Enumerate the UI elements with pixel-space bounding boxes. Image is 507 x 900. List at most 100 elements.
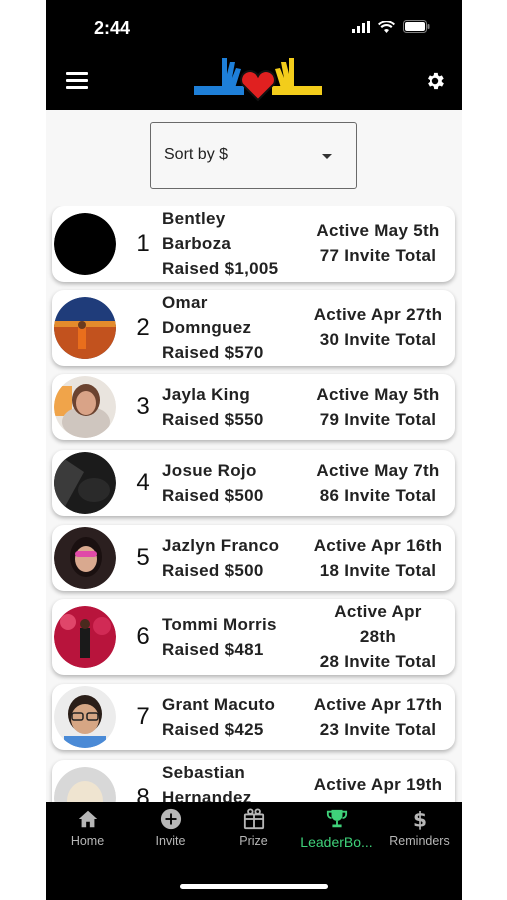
player-name-line: Domnguez [162, 318, 252, 337]
activity-block: Active Apr 17th 23 Invite Total [303, 692, 453, 742]
tab-reminders[interactable]: $ Reminders [378, 808, 461, 848]
sort-dropdown-label: Sort by $ [164, 146, 229, 163]
name-block: Jayla King Raised $550 [162, 382, 297, 432]
player-name-line: Sebastian [162, 763, 246, 782]
activity-block: Active Apr 27th 30 Invite Total [303, 302, 453, 352]
hands-heart-logo [194, 58, 322, 102]
name-block: Jazlyn Franco Raised $500 [162, 533, 297, 583]
home-indicator[interactable] [180, 884, 328, 889]
raised-amount: Raised $500 [162, 561, 264, 580]
player-name-line: Barboza [162, 234, 232, 253]
avatar [54, 606, 116, 668]
activity-block: Active Apr 28th 28 Invite Total [303, 599, 453, 674]
raised-amount: Raised $481 [162, 640, 264, 659]
name-block: Josue Rojo Raised $500 [162, 458, 297, 508]
player-name-line: Tommi Morris [162, 615, 277, 634]
leaderboard-card[interactable]: 8 Sebastian Hernandez Active Apr 19th [52, 760, 455, 802]
status-icons [352, 20, 430, 33]
rank-number: 5 [136, 544, 150, 571]
leaderboard-card[interactable]: 5 Jazlyn Franco Raised $500 Active Apr 1… [52, 525, 455, 591]
activity-block: Active May 5th 77 Invite Total [303, 218, 453, 268]
tab-label: LeaderBo... [300, 834, 373, 850]
rank-number: 1 [136, 230, 150, 257]
rank-number: 8 [136, 784, 150, 802]
leaderboard-card[interactable]: 6 Tommi Morris Raised $481 Active Apr 28… [52, 599, 455, 675]
leaderboard-card[interactable]: 1 Bentley Barboza Raised $1,005 Active M… [52, 206, 455, 282]
active-date: Active Apr 17th [313, 695, 443, 714]
invite-total: 77 Invite Total [319, 246, 437, 265]
rank-number: 4 [136, 469, 150, 496]
tab-home[interactable]: Home [46, 808, 129, 848]
active-date: Active Apr 16th [313, 536, 443, 555]
gift-icon [243, 808, 264, 830]
leaderboard-list[interactable]: 1 Bentley Barboza Raised $1,005 Active M… [46, 206, 462, 802]
invite-total: 23 Invite Total [319, 720, 437, 739]
invite-total: 30 Invite Total [319, 330, 437, 349]
player-name-line: Bentley [162, 209, 226, 228]
tab-label: Home [70, 834, 105, 848]
dollar-icon: $ [412, 808, 426, 830]
leaderboard-card[interactable]: 4 Josue Rojo Raised $500 Active May 7th … [52, 450, 455, 516]
svg-text:$: $ [412, 808, 426, 830]
active-date: Active May 5th [316, 221, 440, 240]
active-date: 28th [359, 627, 397, 646]
avatar [54, 376, 116, 438]
active-date: Active May 7th [316, 461, 440, 480]
app-header [46, 56, 462, 110]
wifi-icon [378, 20, 395, 33]
gear-icon[interactable] [424, 70, 446, 92]
avatar [54, 527, 116, 589]
sort-dropdown[interactable]: Sort by $ [150, 122, 357, 189]
invite-total: 79 Invite Total [319, 410, 437, 429]
avatar [54, 686, 116, 748]
chevron-down-icon [322, 154, 332, 159]
rank-number: 2 [136, 314, 150, 341]
raised-amount: Raised $570 [162, 343, 264, 362]
name-block: Grant Macuto Raised $425 [162, 692, 297, 742]
tab-label: Invite [155, 834, 186, 848]
rank-number: 3 [136, 393, 150, 420]
raised-amount: Raised $550 [162, 410, 264, 429]
avatar [54, 767, 116, 802]
battery-icon [403, 20, 430, 33]
bottom-tab-bar: Home Invite Prize LeaderBo... $ Reminder… [46, 802, 462, 900]
trophy-icon [326, 809, 347, 828]
leaderboard-card[interactable]: 2 Omar Domnguez Raised $570 Active Apr 2… [52, 290, 455, 366]
raised-amount: Raised $1,005 [162, 259, 279, 278]
app-screen: 2:44 Sort by $ 1 Bentley Barboza Raised … [46, 0, 462, 900]
status-bar: 2:44 [46, 0, 462, 56]
active-date: Active Apr [334, 602, 422, 621]
activity-block: Active May 5th 79 Invite Total [303, 382, 453, 432]
tab-invite[interactable]: Invite [129, 808, 212, 848]
active-date: Active Apr 19th [313, 775, 443, 794]
player-name-line: Jayla King [162, 385, 251, 404]
activity-block: Active Apr 19th [303, 772, 453, 797]
player-name-line: Jazlyn Franco [162, 536, 280, 555]
avatar [54, 452, 116, 514]
raised-amount: Raised $500 [162, 486, 264, 505]
hamburger-menu-icon[interactable] [66, 72, 88, 90]
leaderboard-card[interactable]: 3 Jayla King Raised $550 Active May 5th … [52, 374, 455, 440]
tab-leaderboard[interactable]: LeaderBo... [295, 808, 378, 850]
invite-total: 28 Invite Total [319, 652, 437, 671]
player-name-line: Hernandez [162, 788, 252, 802]
rank-number: 7 [136, 703, 150, 730]
tab-prize[interactable]: Prize [212, 808, 295, 848]
avatar [54, 213, 116, 275]
avatar [54, 297, 116, 359]
rank-number: 6 [136, 623, 150, 650]
status-time: 2:44 [94, 18, 131, 38]
tab-label: Prize [239, 834, 268, 848]
invite-total: 86 Invite Total [319, 486, 437, 505]
home-icon [78, 810, 97, 828]
activity-block: Active Apr 16th 18 Invite Total [303, 533, 453, 583]
raised-amount: Raised $425 [162, 720, 264, 739]
signal-icon [352, 20, 370, 33]
name-block: Sebastian Hernandez [162, 760, 297, 802]
active-date: Active Apr 27th [313, 305, 443, 324]
name-block: Tommi Morris Raised $481 [162, 612, 297, 662]
leaderboard-card[interactable]: 7 Grant Macuto Raised $425 Active Apr 17… [52, 684, 455, 750]
tab-label: Reminders [389, 834, 450, 848]
name-block: Omar Domnguez Raised $570 [162, 290, 297, 365]
plus-circle-icon [160, 808, 181, 830]
